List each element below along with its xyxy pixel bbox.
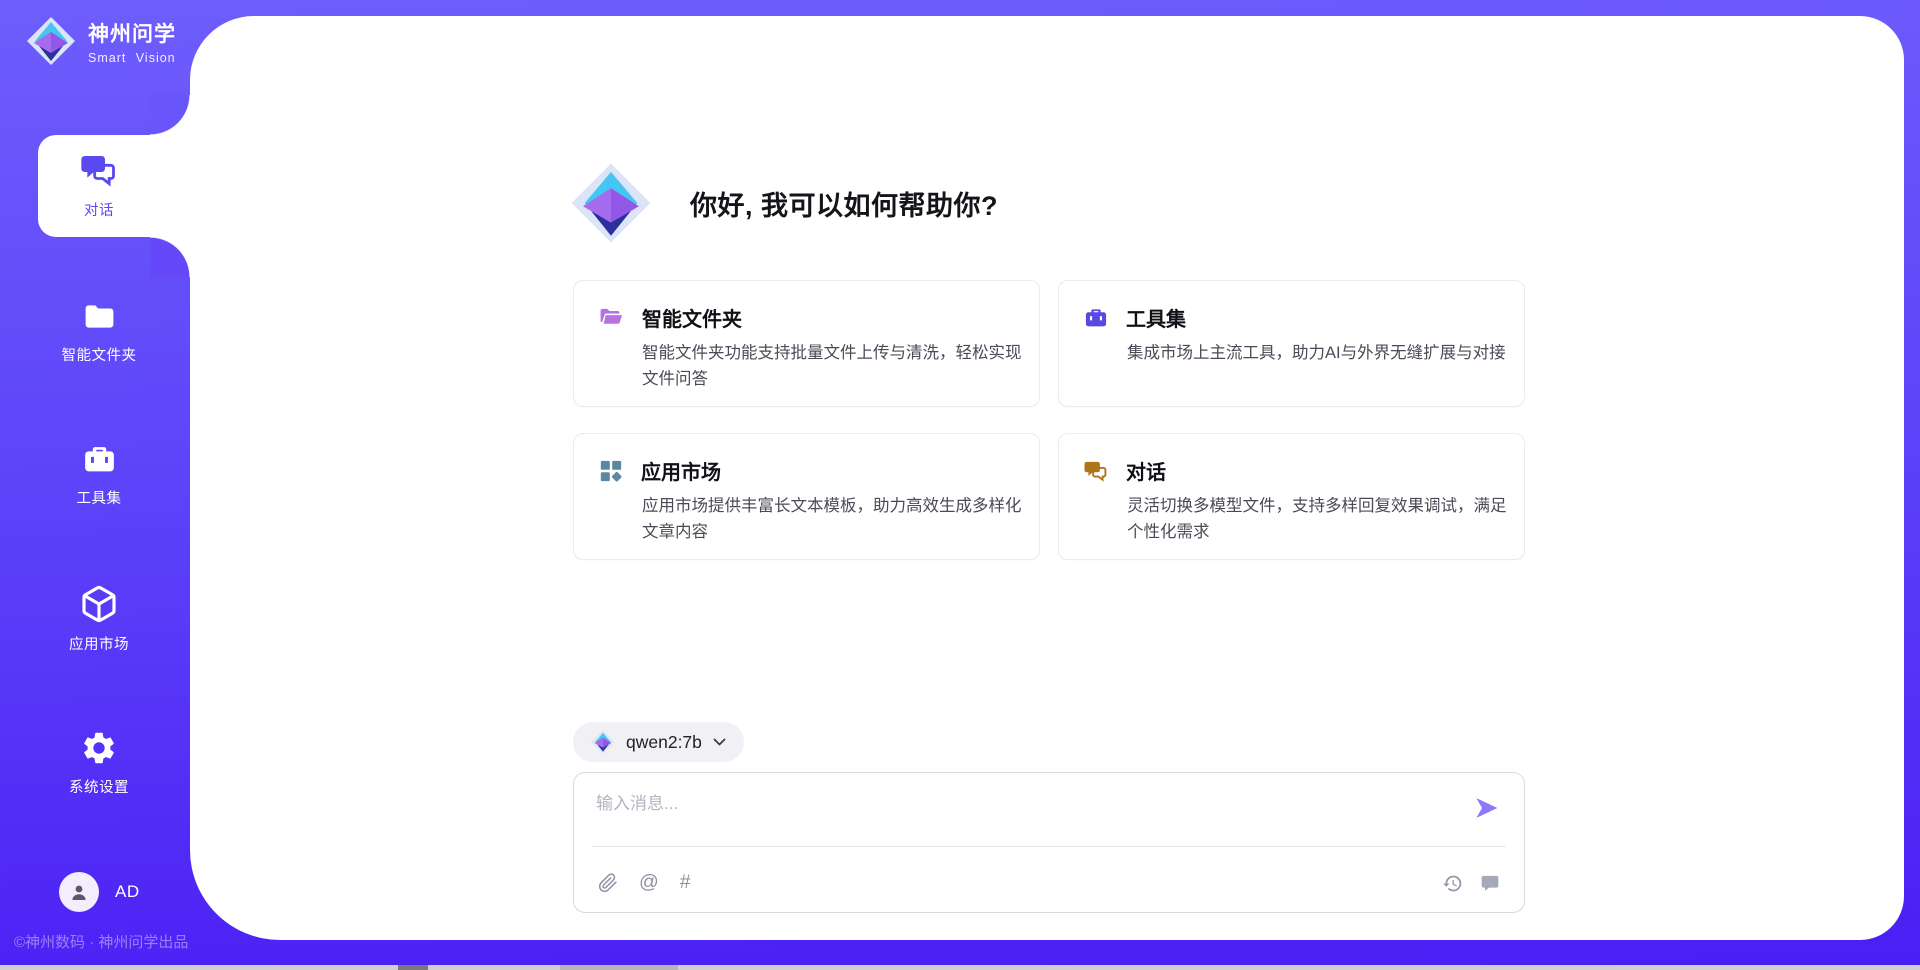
avatar: [59, 872, 99, 912]
brand-subtitle: Smart Vision: [88, 51, 176, 65]
card-chat[interactable]: 对话 灵活切换多模型文件，支持多样回复效果调试，满足个性化需求: [1058, 433, 1525, 560]
brand-name: 神州问学: [88, 18, 176, 48]
paperclip-icon[interactable]: [598, 873, 618, 893]
assistant-logo-icon: [570, 162, 652, 244]
card-toolset[interactable]: 工具集 集成市场上主流工具，助力AI与外界无缝扩展与对接: [1058, 280, 1525, 407]
horizontal-scrollbar[interactable]: [0, 965, 1920, 970]
chat-icon: [79, 150, 119, 190]
sidebar-item-smart-folder[interactable]: 智能文件夹: [18, 298, 180, 365]
model-logo-icon: [591, 730, 615, 754]
message-input[interactable]: [596, 789, 1456, 819]
hashtag-icon[interactable]: #: [680, 873, 691, 893]
sidebar-item-label: 工具集: [18, 487, 180, 508]
card-title: 应用市场: [641, 456, 721, 485]
card-title: 对话: [1126, 456, 1166, 485]
greeting-text: 你好, 我可以如何帮助你?: [690, 184, 998, 223]
scrollbar-segment: [560, 965, 678, 970]
cube-icon: [79, 584, 119, 624]
history-icon[interactable]: [1442, 873, 1463, 894]
tab-fillet-top: [150, 95, 190, 135]
sidebar-item-label: 对话: [18, 199, 180, 220]
sidebar-item-settings[interactable]: 系统设置: [18, 729, 180, 797]
card-description: 集成市场上主流工具，助力AI与外界无缝扩展与对接: [1127, 341, 1509, 367]
user-account[interactable]: AD: [59, 872, 140, 912]
briefcase-icon: [81, 441, 118, 478]
card-title: 工具集: [1126, 303, 1186, 332]
briefcase-icon: [1083, 305, 1109, 331]
copyright-text: ©神州数码 · 神州问学出品: [14, 931, 188, 952]
brand-logo-icon: [26, 16, 76, 66]
message-composer: @ #: [573, 772, 1525, 913]
user-initials: AD: [115, 882, 140, 902]
model-name: qwen2:7b: [626, 732, 702, 753]
composer-toolbar: @ #: [598, 869, 1500, 897]
sidebar-item-app-market[interactable]: 应用市场: [18, 584, 180, 654]
model-selector[interactable]: qwen2:7b: [573, 722, 744, 762]
feature-cards: 智能文件夹 智能文件夹功能支持批量文件上传与清洗，轻松实现文件问答 工具集 集成…: [573, 280, 1525, 560]
greeting: 你好, 我可以如何帮助你?: [570, 162, 998, 244]
composer-divider: [592, 846, 1506, 847]
tab-fillet-bottom: [150, 237, 190, 277]
chat-icon: [1083, 458, 1109, 484]
brand: 神州问学 Smart Vision: [26, 16, 176, 66]
chevron-down-icon: [713, 738, 726, 747]
card-title: 智能文件夹: [642, 303, 742, 332]
gear-icon: [80, 729, 118, 767]
grid-icon: [598, 458, 624, 484]
card-smart-folder[interactable]: 智能文件夹 智能文件夹功能支持批量文件上传与清洗，轻松实现文件问答: [573, 280, 1040, 407]
folder-icon: [81, 298, 118, 335]
mention-icon[interactable]: @: [639, 873, 659, 893]
send-icon[interactable]: [1474, 795, 1500, 821]
sidebar-item-toolset[interactable]: 工具集: [18, 441, 180, 508]
card-description: 灵活切换多模型文件，支持多样回复效果调试，满足个性化需求: [1127, 494, 1509, 546]
sidebar-item-chat[interactable]: 对话: [18, 150, 180, 220]
card-description: 应用市场提供丰富长文本模板，助力高效生成多样化文章内容: [642, 494, 1024, 546]
card-app-market[interactable]: 应用市场 应用市场提供丰富长文本模板，助力高效生成多样化文章内容: [573, 433, 1040, 560]
sidebar-item-label: 智能文件夹: [18, 344, 180, 365]
folder-open-icon: [598, 304, 625, 331]
app-window: 神州问学 Smart Vision 对话 智能文件夹 工具集 应用市场 系统: [0, 0, 1920, 970]
comment-icon[interactable]: [1480, 873, 1500, 893]
sidebar-item-label: 系统设置: [18, 776, 180, 797]
scrollbar-thumb[interactable]: [398, 965, 428, 970]
card-description: 智能文件夹功能支持批量文件上传与清洗，轻松实现文件问答: [642, 341, 1024, 393]
person-icon: [67, 880, 91, 904]
sidebar-item-label: 应用市场: [18, 633, 180, 654]
